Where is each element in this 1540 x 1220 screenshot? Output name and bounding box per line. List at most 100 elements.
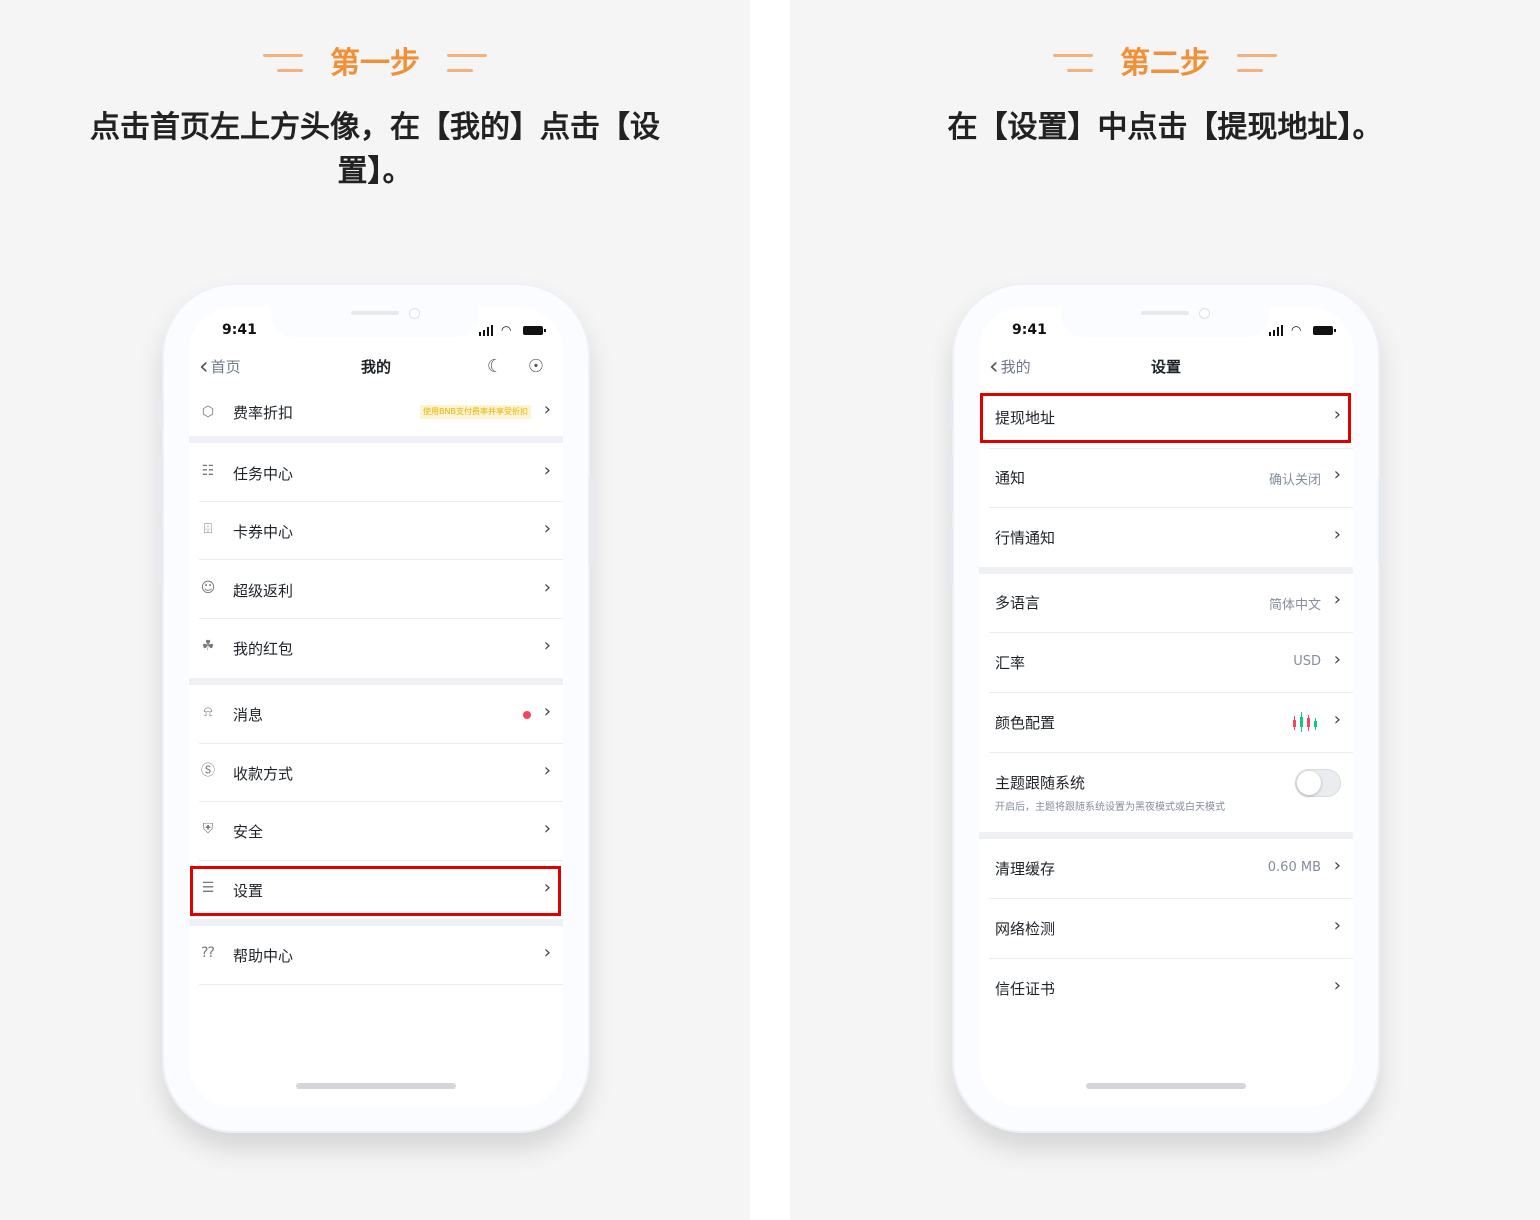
wifi-icon: ◠ [501,323,512,337]
signal-icon [1269,332,1271,336]
row-label: 行情通知 [995,529,1056,547]
divider [989,448,1353,449]
settings-language[interactable]: 多语言 简体中文 › [979,580,1353,626]
menu-item-payment[interactable]: Ⓢ 收款方式 › [189,753,563,799]
chevron-right-icon: › [543,635,551,656]
fee-discount-row[interactable]: ⬡ 费率折扣 使用BNB支付费率并享受折扣 › [189,397,563,427]
phone-mockup: 9:41 ◠ ‹ 我的 设置 提现地址 › 通知 确认关闭 › 行情通知 › 多… [948,283,1384,1133]
home-indicator[interactable] [296,1083,456,1089]
page-title: 我的 [360,358,391,376]
chevron-right-icon: › [543,818,551,839]
front-camera [409,308,420,319]
mute-switch [158,399,163,429]
divider [199,501,563,502]
divider [199,860,563,861]
title-decoration-right [1237,51,1279,77]
settings-color-config[interactable]: 颜色配置 › [979,700,1353,746]
status-time: 9:41 [222,322,257,338]
menu-item-rebate[interactable]: ☺ 超级返利 › [189,570,563,616]
settings-notifications[interactable]: 通知 确认关闭 › [979,455,1353,501]
chevron-right-icon: › [543,577,551,598]
candlestick-icon [1291,712,1321,734]
status-time: 9:41 [1012,322,1047,338]
row-label: 安全 [233,823,264,841]
divider [199,618,563,619]
menu-item-red-packet[interactable]: ☘ 我的红包 › [189,628,563,674]
power-button [1379,477,1384,565]
menu-item-tasks[interactable]: ☷ 任务中心 › [189,453,563,499]
phone-screen: 9:41 ◠ ‹首页 我的 ☾ ☉ ⬡ 费率折扣 使用BNB支付费率并享受折扣 [189,307,563,1107]
row-label: 网络检测 [995,920,1056,938]
settings-network-check[interactable]: 网络检测 › [979,906,1353,952]
group-separator [979,832,1353,839]
chevron-right-icon: › [543,460,551,481]
row-label: 卡券中心 [233,523,294,541]
menu-item-messages[interactable]: ⍾ 消息 › [189,694,563,740]
row-label: 我的红包 [233,640,294,658]
row-label: 消息 [233,706,264,724]
divider [199,559,563,560]
unread-dot [523,711,531,719]
group-separator [189,436,563,443]
divider [989,692,1353,693]
battery-icon [523,326,546,335]
step-instruction: 在【设置】中点击【提现地址】。 [947,110,1383,145]
menu-item-security[interactable]: ⛨ 安全 › [189,811,563,857]
divider [989,752,1353,753]
chevron-right-icon: › [543,760,551,781]
chevron-right-icon: › [1333,649,1341,670]
row-label: 主题跟随系统 [995,774,1086,792]
row-label: 任务中心 [233,465,294,483]
row-label: 清理缓存 [995,860,1056,878]
volume-down-button [948,527,953,585]
divider [989,632,1353,633]
highlight-box [980,393,1351,443]
menu-item-coupons[interactable]: ⌹ 卡券中心 › [189,511,563,557]
divider [989,958,1353,959]
row-label: 信任证书 [995,980,1056,998]
clipboard-icon: ☷ [201,463,215,479]
step-instruction: 点击首页左上方头像，在【我的】点击【设置】。 [90,110,660,189]
signal-icon [479,332,481,336]
chevron-right-icon: › [1333,975,1341,996]
highlight-box [190,866,561,916]
dollar-icon: Ⓢ [201,763,215,779]
chevron-right-icon: › [1333,855,1341,876]
settings-theme-follow-system: 主题跟随系统 开启后，主题将跟随系统设置为黑夜模式或白天模式 [979,760,1353,820]
volume-up-button [158,455,163,513]
help-icon: ⁇ [201,945,215,961]
shield-icon: ⛨ [202,821,214,837]
discount-icon: ⬡ [201,404,215,420]
chevron-right-icon: › [1333,915,1341,936]
chevron-right-icon: › [543,942,551,963]
settings-market-alerts[interactable]: 行情通知 › [979,515,1353,561]
bell-icon: ⍾ [203,704,213,720]
settings-currency[interactable]: 汇率 USD › [979,640,1353,686]
row-label: 多语言 [995,594,1041,612]
chevron-right-icon: › [543,518,551,539]
nav-bar: ‹ 我的 设置 [979,352,1353,381]
group-separator [189,919,563,926]
theme-toggle-switch[interactable] [1295,769,1341,797]
wifi-icon: ◠ [1291,323,1302,337]
divider [199,984,563,985]
settings-trusted-certificates[interactable]: 信任证书 › [979,966,1353,1012]
status-icons: ◠ [1269,324,1339,336]
ticket-icon: ⌹ [203,521,213,537]
divider [989,898,1353,899]
volume-down-button [158,527,163,585]
group-separator [189,678,563,685]
phone-screen: 9:41 ◠ ‹ 我的 设置 提现地址 › 通知 确认关闭 › 行情通知 › 多… [979,307,1353,1107]
home-indicator[interactable] [1086,1083,1246,1089]
settings-clear-cache[interactable]: 清理缓存 0.60 MB › [979,846,1353,892]
user-plus-icon: ☺ [200,580,216,596]
row-value: USD [1293,654,1321,669]
chevron-right-icon: › [1333,589,1341,610]
row-label: 费率折扣 [233,404,294,422]
moon-icon[interactable]: ☾ [485,357,505,377]
speaker-grille [1141,311,1189,315]
row-label: 超级返利 [233,582,294,600]
menu-item-help[interactable]: ⁇ 帮助中心 › [189,935,563,981]
headset-icon[interactable]: ☉ [526,357,546,377]
title-decoration-right [447,51,489,77]
